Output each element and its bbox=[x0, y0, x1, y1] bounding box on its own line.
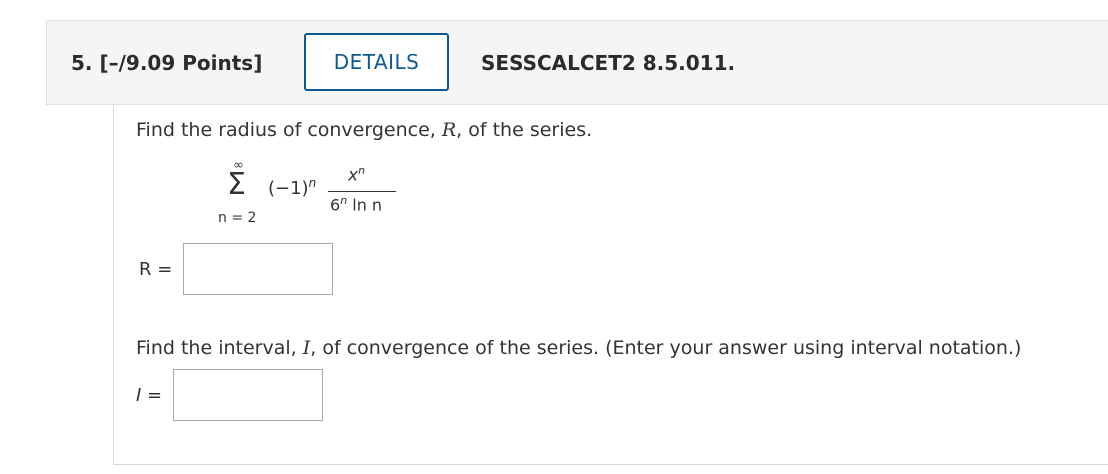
lower-limit: n = 2 bbox=[218, 210, 257, 226]
numerator-exponent: n bbox=[358, 164, 366, 177]
interval-prompt-before: Find the interval, bbox=[136, 337, 303, 359]
radius-prompt: Find the radius of convergence, R, of th… bbox=[136, 119, 592, 141]
sign-factor-base: (−1) bbox=[268, 178, 309, 199]
radius-answer-label: R = bbox=[139, 259, 173, 280]
question-header: 5. [–/9.09 Points] DETAILS SESSCALCET2 8… bbox=[46, 20, 1108, 105]
sigma-symbol: Σ bbox=[227, 167, 246, 202]
numerator-base: x bbox=[348, 165, 359, 186]
denominator-rest: ln n bbox=[347, 195, 383, 215]
sign-exponent: n bbox=[308, 176, 317, 190]
question-id: SESSCALCET2 8.5.011. bbox=[481, 51, 736, 75]
denominator-base: 6 bbox=[330, 195, 341, 215]
radius-prompt-after: , of the series. bbox=[456, 119, 593, 141]
interval-prompt-after: , of convergence of the series. (Enter y… bbox=[310, 337, 1022, 359]
interval-answer-input[interactable] bbox=[173, 369, 323, 421]
denominator: 6n ln n bbox=[330, 194, 382, 214]
numerator: xn bbox=[348, 164, 365, 186]
question-points: 5. [–/9.09 Points] bbox=[71, 51, 263, 75]
interval-prompt: Find the interval, I, of convergence of … bbox=[136, 337, 1021, 359]
sign-factor: (−1)n bbox=[268, 176, 316, 199]
fraction-bar bbox=[328, 191, 396, 192]
radius-prompt-var: R bbox=[441, 119, 457, 141]
radius-answer-input[interactable] bbox=[183, 243, 333, 295]
series-formula: ∞ Σ n = 2 (−1)n xn 6n ln n bbox=[200, 158, 420, 230]
interval-answer-label: I = bbox=[136, 385, 163, 406]
details-button[interactable]: DETAILS bbox=[304, 33, 449, 91]
radius-prompt-before: Find the radius of convergence, bbox=[136, 119, 442, 141]
